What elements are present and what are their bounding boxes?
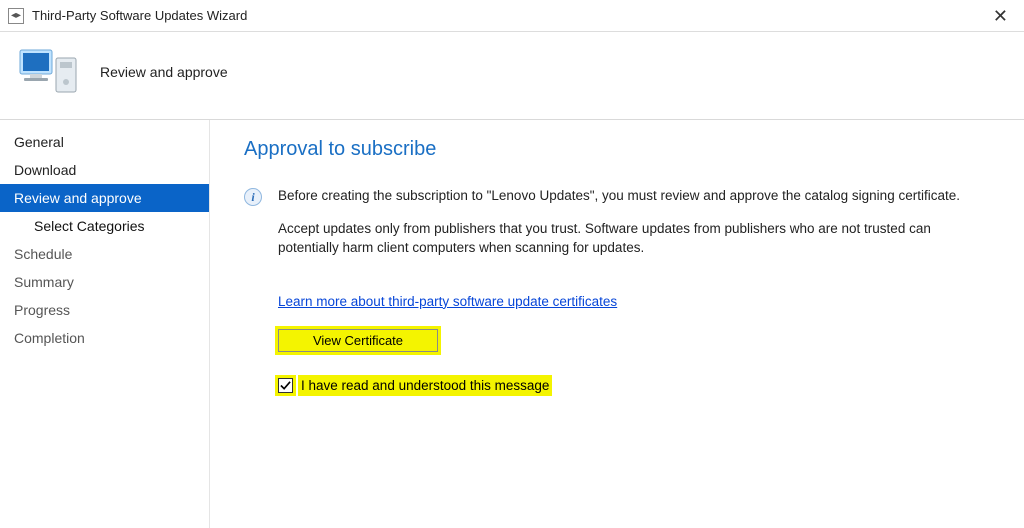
wizard-sysicon: ◂▸ xyxy=(8,8,24,24)
content-heading: Approval to subscribe xyxy=(244,138,990,161)
sidebar-item-general[interactable]: General xyxy=(0,128,209,156)
sidebar-item-schedule[interactable]: Schedule xyxy=(0,240,209,268)
learn-more-link[interactable]: Learn more about third-party software up… xyxy=(278,294,617,309)
info-paragraph-1: Before creating the subscription to "Len… xyxy=(278,187,990,206)
info-row: i Before creating the subscription to "L… xyxy=(244,187,990,272)
sidebar-item-download[interactable]: Download xyxy=(0,156,209,184)
view-certificate-button[interactable]: View Certificate xyxy=(278,329,438,352)
understood-checkbox-label[interactable]: I have read and understood this message xyxy=(301,378,549,393)
close-button[interactable]: ✕ xyxy=(985,7,1016,25)
wizard-header-icon xyxy=(18,44,82,100)
sidebar-item-progress[interactable]: Progress xyxy=(0,296,209,324)
window-title: Third-Party Software Updates Wizard xyxy=(32,8,985,23)
titlebar: ◂▸ Third-Party Software Updates Wizard ✕ xyxy=(0,0,1024,32)
info-text: Before creating the subscription to "Len… xyxy=(278,187,990,272)
sidebar-item-review-and-approve[interactable]: Review and approve xyxy=(0,184,209,212)
info-icon: i xyxy=(244,188,262,206)
sidebar-item-select-categories[interactable]: Select Categories xyxy=(0,212,209,240)
wizard-content: Approval to subscribe i Before creating … xyxy=(210,120,1024,528)
sidebar-item-summary[interactable]: Summary xyxy=(0,268,209,296)
wizard-sidebar: General Download Review and approve Sele… xyxy=(0,120,210,528)
wizard-header-title: Review and approve xyxy=(100,64,228,80)
understood-checkbox[interactable] xyxy=(278,378,293,393)
sidebar-item-completion[interactable]: Completion xyxy=(0,324,209,352)
info-paragraph-2: Accept updates only from publishers that… xyxy=(278,220,990,258)
wizard-header: Review and approve xyxy=(0,32,1024,120)
